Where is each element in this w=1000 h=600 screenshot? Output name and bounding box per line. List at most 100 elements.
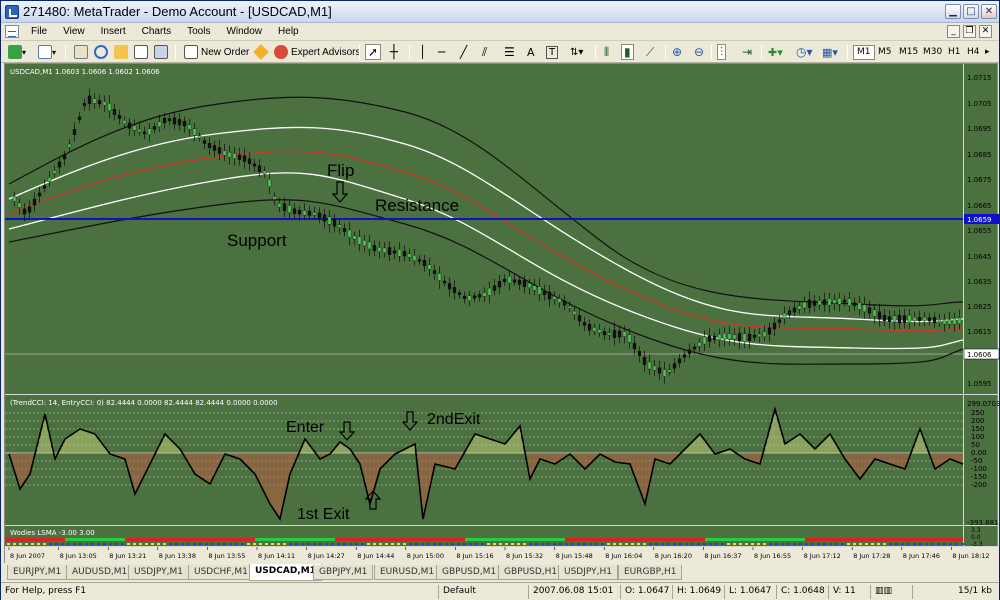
svg-text:0.00: 0.00	[971, 449, 987, 457]
fibonacci-button[interactable]: ☰	[501, 44, 518, 60]
arrows-icon: ⇅▾	[570, 46, 584, 58]
text-label-button[interactable]: T	[545, 44, 559, 60]
timeframe-h4[interactable]: H4	[963, 45, 984, 60]
menu-window[interactable]: Window	[218, 26, 270, 37]
data-window-button[interactable]	[113, 44, 129, 60]
navigator-button[interactable]	[93, 44, 109, 60]
auto-scroll-icon: ⫶	[720, 44, 724, 59]
close-button[interactable]: ✕	[981, 4, 997, 19]
menu-file[interactable]: File	[23, 26, 55, 37]
svg-text:8 Jun 15:32: 8 Jun 15:32	[506, 552, 543, 560]
status-help: For Help, press F1	[5, 586, 87, 596]
expert-advisors-button[interactable]: Expert Advisors	[273, 44, 361, 60]
menu-bar: File View Insert Charts Tools Window Hel…	[1, 23, 999, 41]
tester-icon	[154, 45, 168, 59]
child-minimize-button[interactable]: _	[947, 25, 960, 38]
toolbar-more-button[interactable]: ▸	[984, 44, 991, 60]
profiles-button[interactable]: ▾	[37, 44, 57, 60]
new-chart-button[interactable]: ▾	[7, 44, 27, 60]
timeframe-m5[interactable]: M5	[874, 45, 896, 60]
templates-button[interactable]: ▦▾	[819, 44, 841, 60]
menu-tools[interactable]: Tools	[179, 26, 218, 37]
window-title: 271480: MetaTrader - Demo Account - [USD…	[23, 4, 332, 19]
tab-audusd-m1[interactable]: AUDUSD,M1	[66, 565, 134, 580]
svg-text:8 Jun 14:11: 8 Jun 14:11	[258, 552, 295, 560]
line-chart-button[interactable]: ⟋	[643, 44, 657, 60]
cci-pane	[5, 395, 963, 525]
crosshair-tool-button[interactable]: ┼	[387, 44, 401, 60]
horizontal-line-icon: ─	[438, 45, 446, 59]
crosshair-icon: ┼	[390, 44, 398, 60]
chart-canvas[interactable]: Flip Resistance Support USDCAD,M1 1.0603…	[5, 64, 999, 564]
svg-text:1.0675: 1.0675	[967, 176, 992, 184]
tab-usdcad-m1[interactable]: USDCAD,M1	[249, 564, 322, 581]
new-order-button[interactable]: New Order	[183, 44, 250, 60]
timeframe-m30[interactable]: M30	[919, 45, 946, 60]
child-restore-button[interactable]: ❐	[963, 25, 976, 38]
candlestick-button[interactable]: ▮	[621, 44, 634, 60]
terminal-button[interactable]	[133, 44, 149, 60]
bar-chart-button[interactable]: ⫴	[601, 44, 612, 60]
arrows-button[interactable]: ⇅▾	[567, 44, 586, 60]
menu-insert[interactable]: Insert	[93, 26, 134, 37]
text-tool-button[interactable]: A	[523, 44, 539, 60]
wodies-header: Wodies LSMA -3.00 3.00	[10, 529, 95, 537]
svg-text:1.0595: 1.0595	[967, 380, 992, 388]
wodies-lsma-bar	[5, 538, 963, 541]
periods-button[interactable]: ◷▾	[793, 44, 816, 60]
minimize-button[interactable]: ▁	[945, 4, 961, 19]
tab-usdjpy-m1[interactable]: USDJPY,M1	[128, 565, 189, 580]
auto-scroll-button[interactable]: ⫶	[717, 44, 727, 60]
tab-usdjpy-h1[interactable]: USDJPY,H1	[558, 565, 618, 580]
svg-text:1.0685: 1.0685	[967, 151, 992, 159]
tab-eurgbp-h1[interactable]: EURGBP,H1	[618, 565, 683, 580]
metaeditor-button[interactable]	[253, 44, 269, 60]
cursor-tool-button[interactable]: ➚	[365, 44, 382, 60]
svg-text:1.0715: 1.0715	[967, 74, 992, 82]
child-close-button[interactable]: ✕	[979, 25, 992, 38]
maximize-button[interactable]: □	[963, 4, 979, 19]
tab-gbpusd-h1[interactable]: GBPUSD,H1	[498, 565, 564, 580]
new-order-icon	[184, 45, 198, 59]
svg-text:-100: -100	[971, 465, 987, 473]
horizontal-line-button[interactable]: ─	[435, 44, 448, 60]
menu-view[interactable]: View	[55, 26, 93, 37]
text-label-icon: T	[546, 45, 559, 59]
chart-shift-button[interactable]: ⇥	[739, 44, 755, 60]
chart-tabs: EURJPY,M1 AUDUSD,M1 USDJPY,M1 USDCHF,M1 …	[4, 564, 998, 581]
tab-eurjpy-m1[interactable]: EURJPY,M1	[7, 565, 68, 580]
channel-button[interactable]: ⫽	[479, 44, 490, 60]
title-bar[interactable]: 271480: MetaTrader - Demo Account - [USD…	[1, 1, 999, 23]
app-icon	[5, 5, 19, 19]
second-exit-label: 2ndExit	[427, 411, 481, 428]
menu-help[interactable]: Help	[270, 26, 307, 37]
chart-window-icon[interactable]	[5, 25, 19, 38]
svg-text:299.0703: 299.0703	[967, 400, 999, 408]
tab-eurusd-m1[interactable]: EURUSD,M1	[374, 565, 441, 580]
menu-charts[interactable]: Charts	[134, 26, 179, 37]
tab-usdchf-m1[interactable]: USDCHF,M1	[188, 565, 254, 580]
svg-text:8 Jun 17:12: 8 Jun 17:12	[804, 552, 841, 560]
timeframe-h1[interactable]: H1	[944, 45, 965, 60]
svg-text:-50: -50	[971, 457, 982, 465]
profiles-icon	[38, 45, 52, 59]
svg-text:-3.3: -3.3	[971, 541, 983, 548]
trendline-button[interactable]: ╱	[457, 44, 470, 60]
zoom-out-button[interactable]: ⊖	[691, 44, 707, 60]
first-exit-label: 1st Exit	[297, 506, 350, 523]
svg-text:8 Jun 15:48: 8 Jun 15:48	[556, 552, 593, 560]
zoom-in-button[interactable]: ⊕	[669, 44, 685, 60]
price-axis: 1.0715 1.0705 1.0695 1.0685 1.0675 1.066…	[967, 74, 992, 388]
timeframe-m1[interactable]: M1	[853, 45, 875, 60]
market-watch-button[interactable]	[73, 44, 89, 60]
svg-text:1.0615: 1.0615	[967, 328, 992, 336]
strategy-tester-button[interactable]	[153, 44, 169, 60]
cci-axis: 299.0703 250 200 150 100 50 0.00 -50 -10…	[967, 400, 999, 527]
chart-window[interactable]: Flip Resistance Support USDCAD,M1 1.0603…	[4, 63, 999, 564]
indicators-button[interactable]: ✚▾	[765, 44, 786, 60]
tab-gbpjpy-m1[interactable]: GBPJPY,M1	[313, 565, 374, 580]
vertical-line-button[interactable]: │	[415, 44, 430, 60]
terminal-icon	[134, 45, 148, 59]
vertical-line-icon: │	[419, 45, 427, 59]
tab-gbpusd-m1[interactable]: GBPUSD,M1	[436, 565, 503, 580]
